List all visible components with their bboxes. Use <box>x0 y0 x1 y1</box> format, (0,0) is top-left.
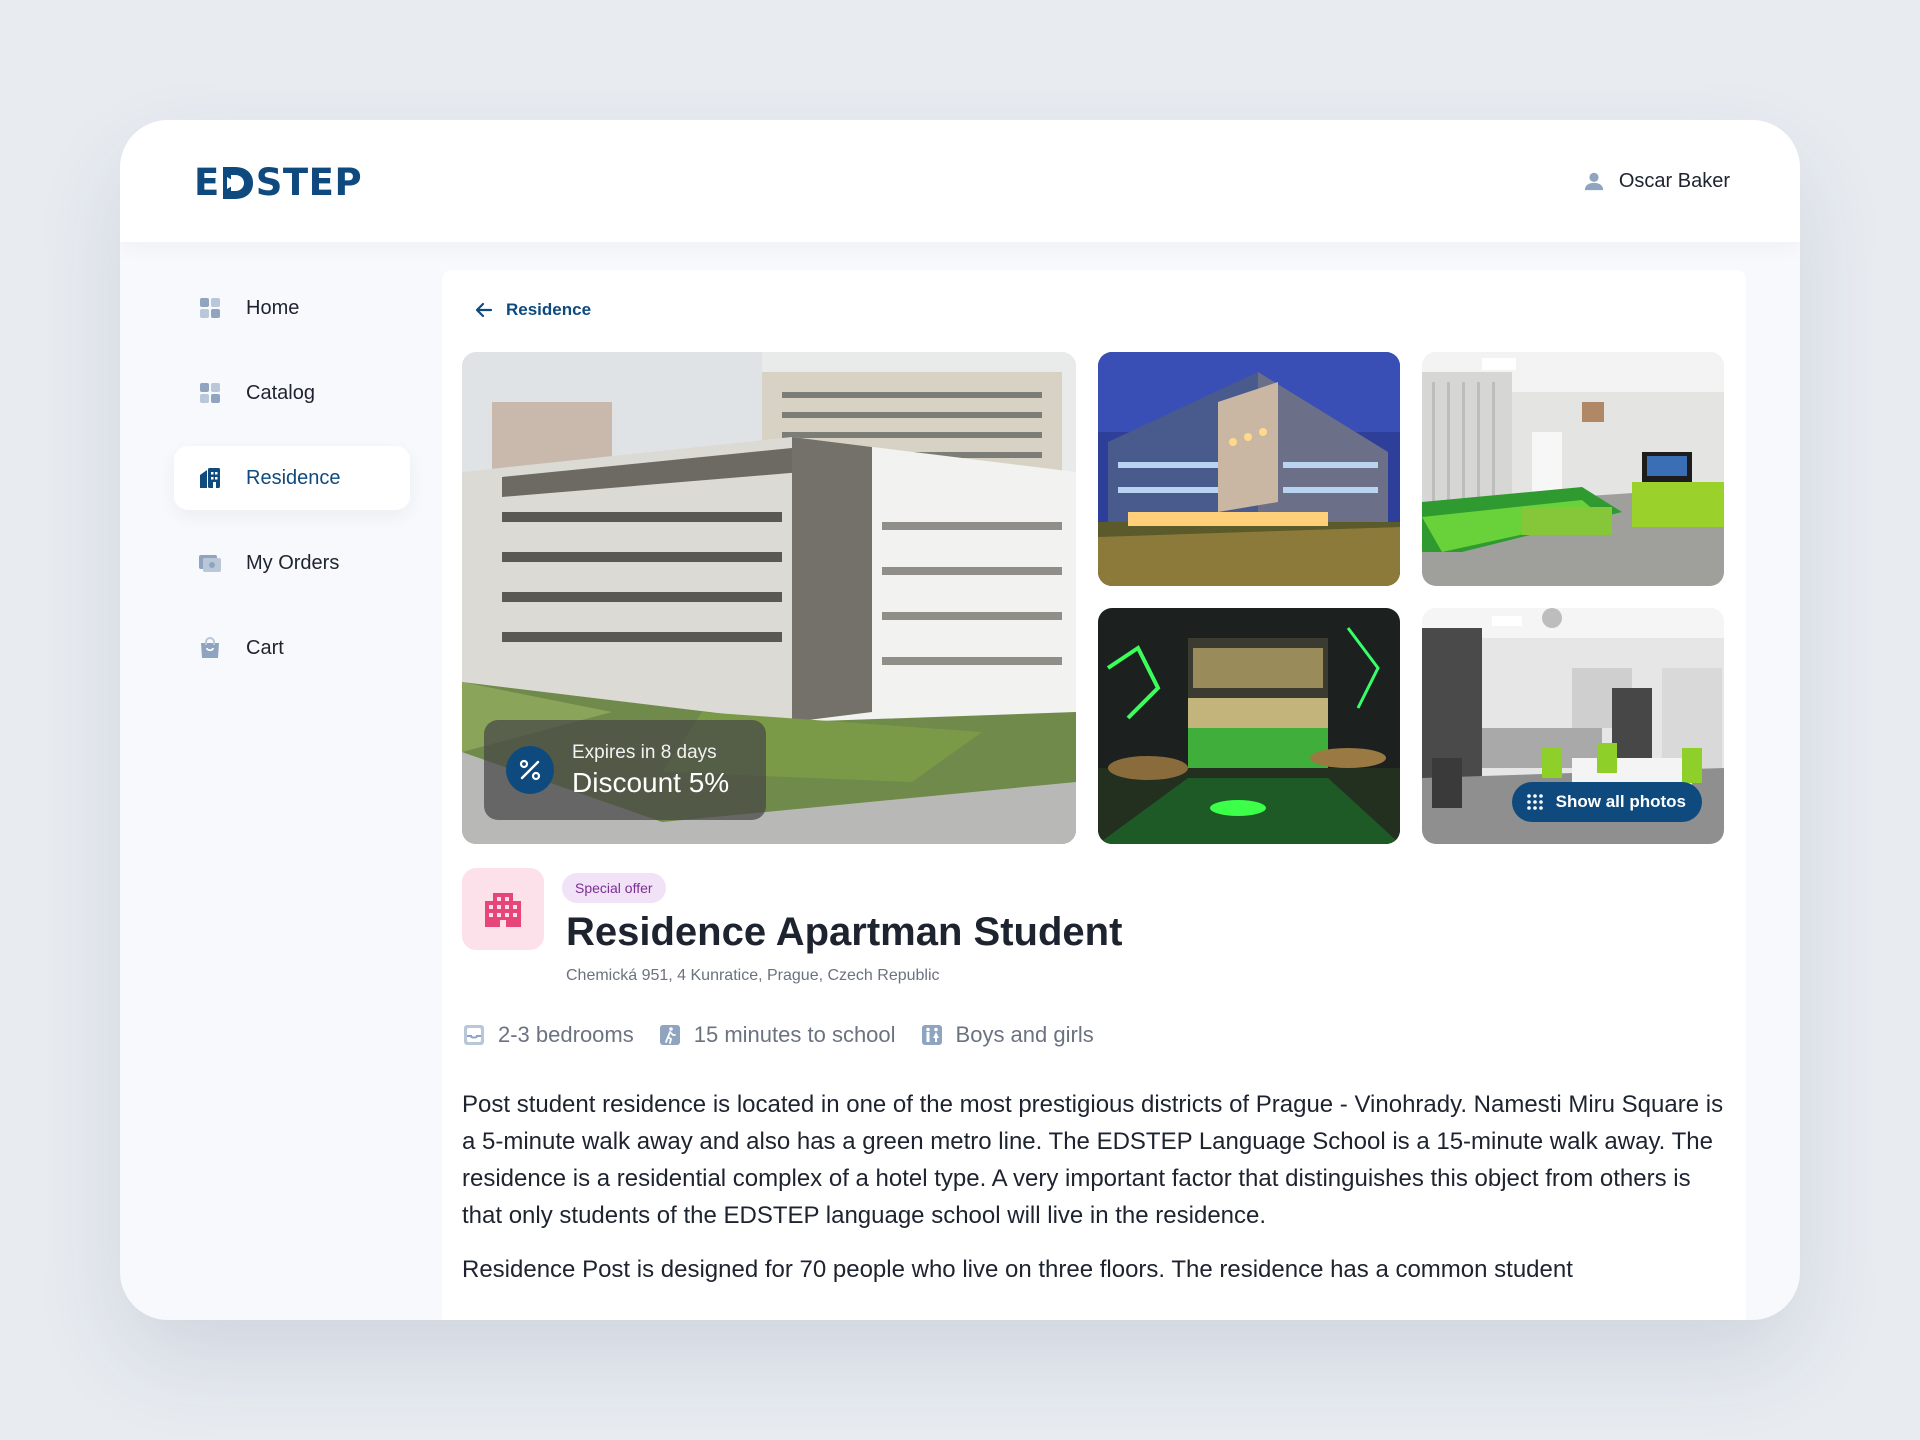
page-title: Residence Apartman Student <box>566 910 1123 954</box>
feature-label: 15 minutes to school <box>693 1022 896 1047</box>
orders-icon <box>199 555 221 572</box>
address: Chemická 951, 4 Kunratice, Prague, Czech… <box>566 967 940 984</box>
building-icon <box>485 893 521 927</box>
building-night-image <box>1098 352 1400 586</box>
feature-label: 2-3 bedrooms <box>498 1022 634 1047</box>
gallery-photo[interactable]: Show all photos <box>1422 608 1724 844</box>
sidebar-item-cart[interactable]: Cart <box>174 616 410 680</box>
back-link[interactable]: Residence <box>474 300 591 320</box>
sidebar-item-label: Catalog <box>246 381 315 404</box>
discount-banner: Expires in 8 days Discount 5% <box>484 720 766 820</box>
discount-expiry: Expires in 8 days <box>572 742 717 763</box>
bag-icon <box>201 636 219 658</box>
residence-detail: Residence Expires in 8 days Discount 5% … <box>442 270 1746 1320</box>
feature-list: 2-3 bedrooms 15 minutes to school Boys a… <box>462 1022 1094 1048</box>
walk-icon <box>659 1025 680 1045</box>
feature-gender: Boys and girls <box>920 1022 1094 1048</box>
sidebar-item-my-orders[interactable]: My Orders <box>174 531 410 595</box>
lounge-bar-image <box>1098 608 1400 844</box>
arrow-left-icon <box>475 302 493 318</box>
grid-icon <box>200 383 220 403</box>
dots-grid-icon <box>1526 794 1543 810</box>
logo-letter: E <box>194 160 220 204</box>
top-bar: E STEP Oscar Baker <box>120 120 1800 242</box>
feature-distance: 15 minutes to school <box>658 1022 896 1048</box>
show-all-photos-button[interactable]: Show all photos <box>1511 782 1702 822</box>
user-menu[interactable]: Oscar Baker <box>1583 164 1730 198</box>
show-all-label: Show all photos <box>1555 792 1686 811</box>
discount-value: Discount 5% <box>572 767 730 798</box>
building-icon <box>200 468 220 488</box>
percent-icon <box>519 759 541 781</box>
feature-label: Boys and girls <box>955 1022 1094 1047</box>
user-name: Oscar Baker <box>1618 169 1730 192</box>
sidebar-item-label: Cart <box>246 636 284 659</box>
main-photo[interactable]: Expires in 8 days Discount 5% <box>462 352 1076 844</box>
sidebar-item-label: Residence <box>246 466 341 489</box>
app-window: E STEP Oscar Baker Home Catalog Residenc… <box>120 120 1800 1320</box>
sidebar-item-residence[interactable]: Residence <box>174 446 410 510</box>
sidebar-item-home[interactable]: Home <box>174 276 410 340</box>
residence-icon-tile <box>462 868 544 950</box>
feature-bedrooms: 2-3 bedrooms <box>462 1022 634 1048</box>
sidebar: Home Catalog Residence My Orders Cart <box>174 276 410 701</box>
gallery-photo[interactable] <box>1098 608 1400 844</box>
special-offer-badge: Special offer <box>562 873 666 903</box>
sidebar-item-label: My Orders <box>246 551 340 574</box>
description: Post student residence is located in one… <box>462 1086 1732 1305</box>
gallery-photo[interactable] <box>1422 352 1724 586</box>
description-paragraph: Residence Post is designed for 70 people… <box>462 1256 1573 1283</box>
gallery-photo[interactable] <box>1098 352 1400 586</box>
logo-mark-icon <box>222 167 253 199</box>
description-paragraph: Post student residence is located in one… <box>462 1091 1724 1229</box>
edstep-logo[interactable]: E STEP <box>194 160 363 204</box>
bedroom-image <box>1422 352 1724 586</box>
logo-text: STEP <box>255 160 363 204</box>
sidebar-item-catalog[interactable]: Catalog <box>174 361 410 425</box>
grid-icon <box>200 298 220 318</box>
sidebar-item-label: Home <box>246 296 300 319</box>
bed-icon <box>464 1025 484 1045</box>
user-icon <box>1584 172 1604 191</box>
back-label: Residence <box>506 300 592 319</box>
gender-icon <box>921 1025 942 1045</box>
percent-badge <box>506 746 554 794</box>
